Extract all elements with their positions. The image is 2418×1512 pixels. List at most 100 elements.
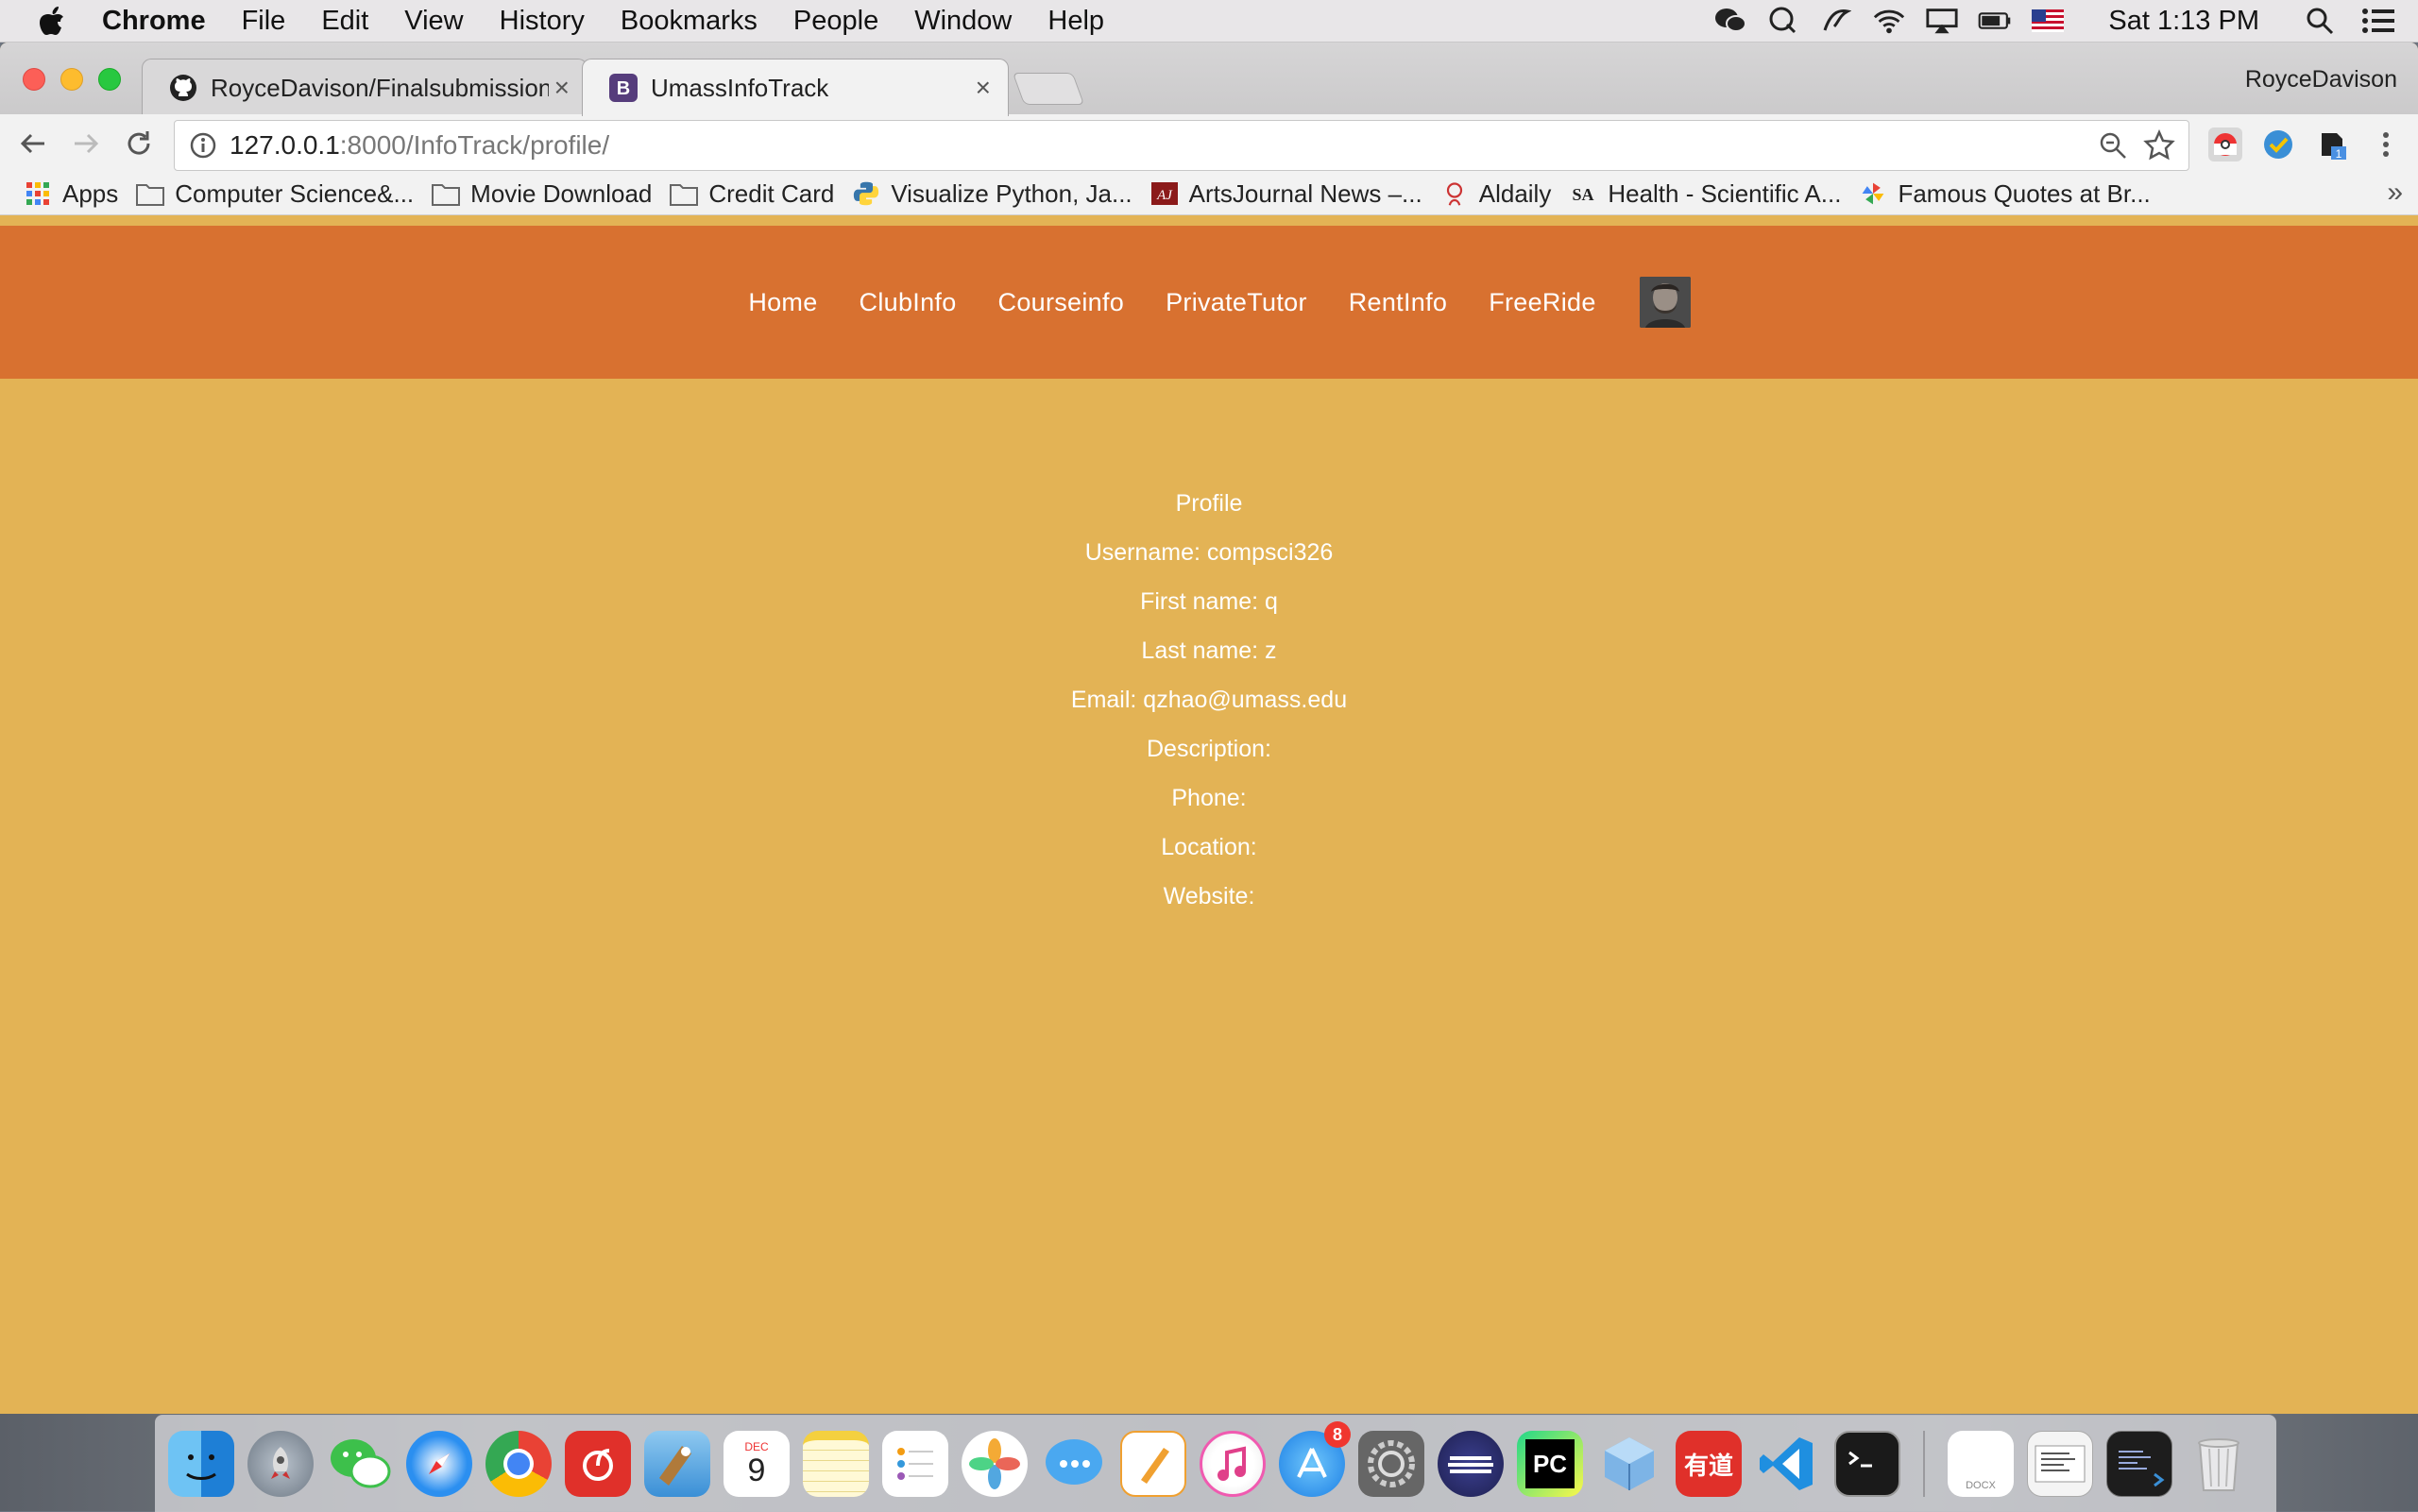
extension-check-icon[interactable] [2261, 127, 2295, 161]
new-tab-button[interactable] [1012, 73, 1085, 105]
script-icon[interactable] [1819, 5, 1853, 37]
nav-courseinfo[interactable]: Courseinfo [998, 288, 1125, 317]
eclipse-icon[interactable] [1438, 1431, 1504, 1497]
extension-pokeball-icon[interactable] [2208, 127, 2242, 161]
bookmark-movie-download[interactable]: Movie Download [431, 179, 652, 209]
spotlight-icon[interactable] [2303, 5, 2337, 37]
launchpad-icon[interactable] [247, 1431, 314, 1497]
close-window-button[interactable] [23, 68, 45, 91]
airplay-icon[interactable] [1925, 5, 1959, 37]
extension-evernote-icon[interactable]: 1 [2314, 127, 2348, 161]
profile-location: Location: [1161, 834, 1257, 860]
menu-view[interactable]: View [404, 6, 463, 37]
bookmark-famous-quotes[interactable]: Famous Quotes at Br... [1858, 179, 2151, 209]
wechat-icon[interactable] [1713, 5, 1747, 37]
maximize-window-button[interactable] [98, 68, 121, 91]
app-store-icon[interactable]: 8 [1279, 1421, 1351, 1497]
virtualbox-icon[interactable] [1596, 1431, 1662, 1497]
safari-icon[interactable] [406, 1431, 472, 1497]
bookmarks-overflow-button[interactable]: » [2387, 177, 2403, 209]
bookmark-star-icon[interactable] [2143, 129, 2175, 161]
menu-bar: Chrome File Edit View History Bookmarks … [0, 0, 2418, 42]
menu-edit[interactable]: Edit [321, 6, 368, 37]
terminal-icon[interactable] [1834, 1431, 1900, 1497]
python-icon [854, 181, 879, 206]
photos-icon[interactable] [962, 1431, 1028, 1497]
nav-clubinfo[interactable]: ClubInfo [860, 288, 957, 317]
battery-icon[interactable] [1978, 5, 2012, 37]
bookmark-aldaily[interactable]: Aldaily [1439, 179, 1551, 209]
messages-icon[interactable] [1041, 1431, 1107, 1497]
profile-description: Description: [1147, 736, 1271, 762]
minimize-window-button[interactable] [60, 68, 83, 91]
tab-title: UmassInfoTrack [651, 73, 829, 102]
bookmark-visualize-python[interactable]: Visualize Python, Ja... [851, 179, 1132, 209]
avatar[interactable] [1639, 277, 1691, 328]
itunes-icon[interactable] [1200, 1431, 1266, 1497]
pages-icon[interactable] [1120, 1431, 1186, 1497]
menu-window[interactable]: Window [914, 6, 1012, 37]
url-host: 127.0.0.1 [230, 130, 340, 160]
tab-umassinfotrack[interactable]: B UmassInfoTrack × [582, 59, 1009, 116]
tab-strip: RoyceDavison/Finalsubmission × B UmassIn… [0, 42, 2418, 116]
bookmark-computer-science[interactable]: Computer Science&... [135, 179, 414, 209]
bookmark-artsjournal[interactable]: AJ ArtsJournal News –... [1149, 179, 1422, 209]
calendar-icon[interactable]: DEC 9 [724, 1431, 790, 1497]
trash-icon[interactable] [2186, 1431, 2252, 1497]
url-text[interactable]: 127.0.0.1:8000/InfoTrack/profile/ [230, 130, 609, 161]
menu-history[interactable]: History [500, 6, 585, 37]
menu-file[interactable]: File [242, 6, 286, 37]
youdao-icon[interactable]: 有道 [1676, 1431, 1742, 1497]
pycharm-icon[interactable]: PC [1517, 1431, 1583, 1497]
notes-icon[interactable] [803, 1431, 869, 1497]
bookmark-apps[interactable]: Apps [23, 179, 118, 209]
profile-heading: Profile [1175, 490, 1243, 517]
apple-icon[interactable] [38, 5, 66, 37]
chrome-icon[interactable] [485, 1431, 552, 1497]
bookmark-label: Apps [62, 178, 119, 208]
qq-icon[interactable] [1766, 5, 1800, 37]
system-preferences-icon[interactable] [1358, 1431, 1424, 1497]
nav-freeride[interactable]: FreeRide [1489, 288, 1595, 317]
netease-music-icon[interactable] [565, 1431, 631, 1497]
reload-button[interactable] [121, 126, 157, 161]
nav-home[interactable]: Home [748, 288, 817, 317]
close-icon[interactable]: × [554, 73, 570, 103]
menu-app-name[interactable]: Chrome [102, 6, 206, 37]
mail-icon[interactable] [644, 1431, 710, 1497]
calendar-day: 9 [747, 1453, 766, 1488]
profile-name[interactable]: RoyceDavison [2245, 66, 2397, 93]
vscode-icon[interactable] [1755, 1431, 1821, 1497]
nav-privatetutor[interactable]: PrivateTutor [1166, 288, 1307, 317]
finder-icon[interactable] [168, 1431, 234, 1497]
us-flag-icon[interactable] [2031, 5, 2065, 37]
youdao-label: 有道 [1683, 1451, 1733, 1480]
tab-github[interactable]: RoyceDavison/Finalsubmission × [142, 59, 587, 116]
apps-grid-icon [26, 182, 49, 205]
bookmark-label: ArtsJournal News –... [1188, 178, 1422, 208]
bookmark-credit-card[interactable]: Credit Card [669, 179, 834, 209]
close-icon[interactable]: × [976, 73, 991, 103]
zoom-icon[interactable] [2098, 130, 2128, 161]
back-button[interactable] [15, 126, 51, 161]
clock[interactable]: Sat 1:13 PM [2108, 6, 2259, 37]
svg-text:SA: SA [1573, 185, 1594, 204]
docx-file-icon[interactable]: DOCX [1948, 1431, 2014, 1497]
nav-rentinfo[interactable]: RentInfo [1349, 288, 1447, 317]
bookmarks-bar: Apps Computer Science&... Movie Download… [0, 173, 2418, 215]
chrome-menu-icon[interactable] [2369, 127, 2403, 161]
info-icon[interactable] [188, 130, 218, 161]
screenshot-stack-icon[interactable] [2027, 1431, 2093, 1497]
browser-window: RoyceDavison/Finalsubmission × B UmassIn… [0, 42, 2418, 1414]
wechat-icon[interactable] [327, 1431, 393, 1497]
bookmark-scientific-american[interactable]: SA Health - Scientific A... [1568, 179, 1842, 209]
address-bar[interactable]: 127.0.0.1:8000/InfoTrack/profile/ [174, 120, 2189, 171]
screenshot-stack-icon[interactable] [2106, 1431, 2172, 1497]
menu-people[interactable]: People [793, 6, 878, 37]
notification-center-icon[interactable] [2361, 5, 2395, 37]
menu-bookmarks[interactable]: Bookmarks [621, 6, 758, 37]
forward-button[interactable] [68, 126, 104, 161]
reminders-icon[interactable] [882, 1431, 948, 1497]
wifi-icon[interactable] [1872, 5, 1906, 37]
menu-help[interactable]: Help [1047, 6, 1104, 37]
